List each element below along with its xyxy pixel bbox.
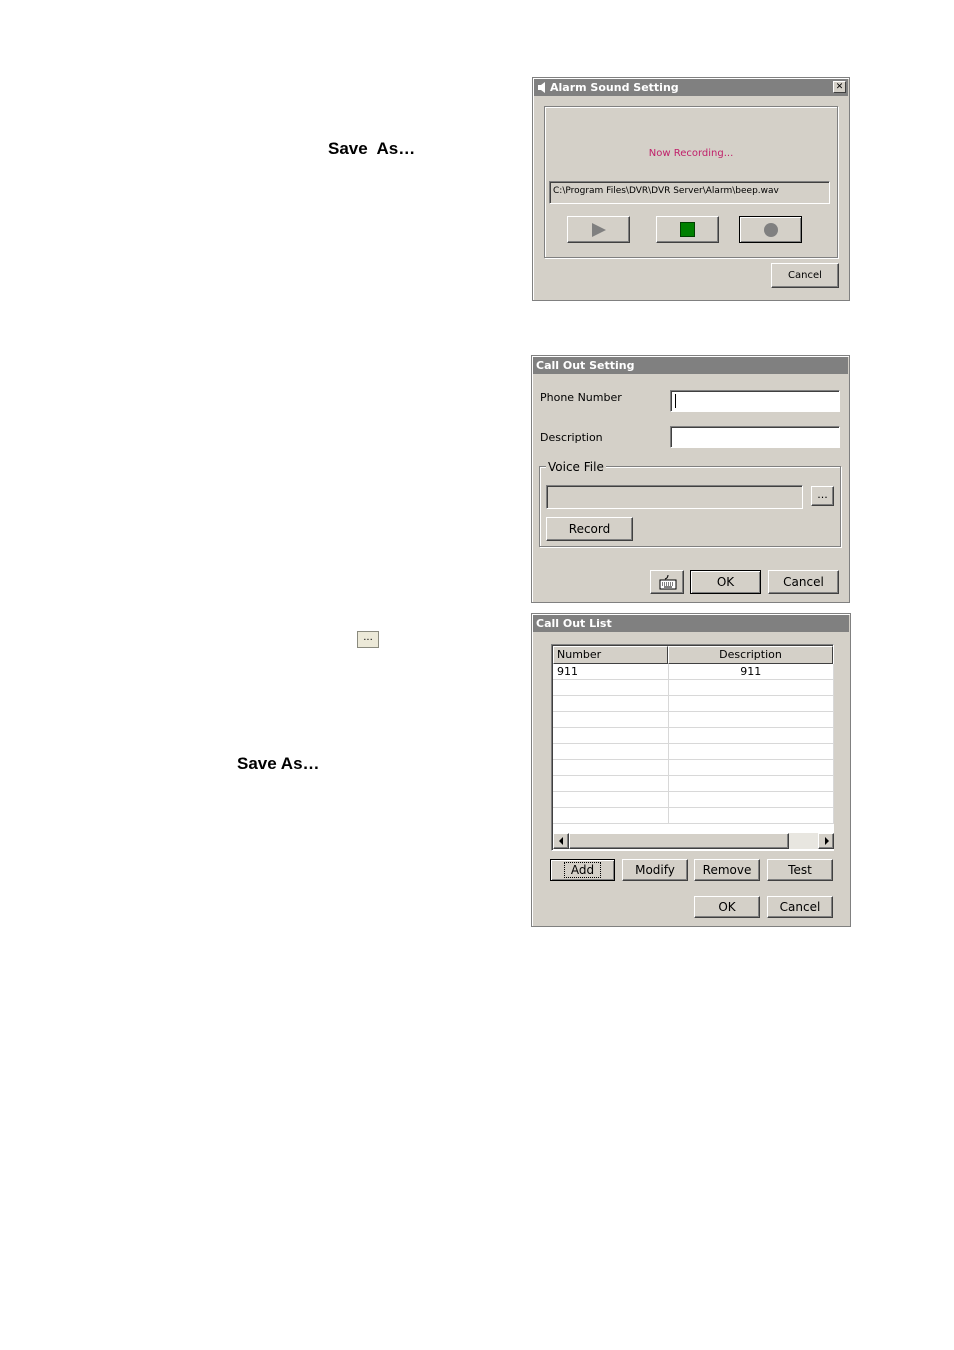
record-voice-button[interactable]: Record [546, 517, 633, 541]
voice-file-field[interactable] [546, 485, 803, 509]
browse-button[interactable]: ... [811, 486, 834, 506]
stop-icon [680, 222, 695, 237]
cell-description [668, 807, 835, 824]
list-cancel-button[interactable]: Cancel [767, 896, 833, 918]
phone-number-input[interactable] [670, 390, 840, 412]
call-out-table: 911 911 [553, 664, 835, 824]
keyboard-icon [659, 575, 677, 590]
scroll-thumb[interactable] [569, 833, 789, 849]
list-ok-button[interactable]: OK [694, 896, 760, 918]
voice-file-group-label: Voice File [546, 460, 606, 474]
scroll-left-button[interactable] [553, 833, 569, 849]
cell-number [553, 679, 669, 696]
table-row[interactable] [553, 759, 835, 776]
modify-button[interactable]: Modify [622, 859, 688, 881]
cell-description [668, 711, 835, 728]
cell-description [668, 743, 835, 760]
description-label: Description [540, 431, 603, 444]
column-header-number[interactable]: Number [553, 646, 668, 664]
alarm-dialog-titlebar: Alarm Sound Setting ✕ [534, 79, 848, 96]
alarm-dialog-title: Alarm Sound Setting [550, 81, 679, 94]
call-out-setting-dialog: Call Out Setting Phone Number Descriptio… [531, 355, 850, 603]
column-header-description[interactable]: Description [668, 646, 833, 664]
setting-ok-button[interactable]: OK [690, 570, 761, 594]
arrow-left-icon [559, 837, 563, 845]
save-as-text-1: Save As… [328, 139, 416, 158]
table-row[interactable] [553, 743, 835, 760]
setting-cancel-button[interactable]: Cancel [768, 570, 839, 594]
table-row[interactable] [553, 711, 835, 728]
cell-description [668, 695, 835, 712]
alarm-sound-dialog: Alarm Sound Setting ✕ Now Recording... C… [532, 77, 850, 301]
table-row[interactable] [553, 807, 835, 824]
cell-number [553, 743, 669, 760]
table-row[interactable] [553, 775, 835, 792]
speaker-icon [538, 82, 545, 93]
cell-number [553, 807, 669, 824]
alarm-cancel-button[interactable]: Cancel [771, 263, 839, 288]
cell-number: 911 [553, 664, 669, 680]
phone-number-label: Phone Number [540, 391, 622, 404]
test-button[interactable]: Test [767, 859, 833, 881]
cell-number [553, 711, 669, 728]
table-row[interactable] [553, 727, 835, 744]
table-row[interactable] [553, 679, 835, 696]
call-out-setting-title: Call Out Setting [533, 357, 848, 374]
text-caret [675, 394, 676, 408]
cell-description [668, 679, 835, 696]
cell-description [668, 775, 835, 792]
table-row[interactable]: 911 911 [553, 664, 835, 680]
remove-button[interactable]: Remove [694, 859, 760, 881]
cell-number [553, 695, 669, 712]
stop-button[interactable] [656, 216, 719, 243]
recording-status: Now Recording... [648, 148, 734, 159]
close-icon: ✕ [835, 82, 844, 92]
scroll-right-button[interactable] [818, 833, 834, 849]
close-button[interactable]: ✕ [833, 81, 846, 93]
save-as-text-2: Save As… [237, 754, 320, 773]
cell-number [553, 727, 669, 744]
cell-number [553, 791, 669, 808]
cell-description [668, 791, 835, 808]
call-out-list-view[interactable]: Number Description 911 911 [551, 644, 835, 851]
play-button[interactable] [567, 216, 630, 243]
call-out-list-title: Call Out List [533, 615, 849, 632]
record-icon [764, 223, 778, 237]
cell-number [553, 759, 669, 776]
add-button[interactable]: Add [550, 859, 615, 881]
arrow-right-icon [825, 837, 829, 845]
add-button-label: Add [563, 862, 602, 878]
file-path-field: C:\Program Files\DVR\DVR Server\Alarm\be… [549, 181, 830, 204]
cell-description [668, 727, 835, 744]
description-input[interactable] [670, 426, 840, 448]
record-button[interactable] [739, 216, 802, 243]
call-out-list-dialog: Call Out List Number Description 911 911 … [531, 613, 851, 927]
table-row[interactable] [553, 791, 835, 808]
cell-number [553, 775, 669, 792]
cell-description [668, 759, 835, 776]
cell-description: 911 [668, 664, 835, 680]
horizontal-scrollbar[interactable] [553, 833, 834, 849]
table-row[interactable] [553, 695, 835, 712]
keyboard-button[interactable] [650, 570, 684, 594]
play-icon [592, 223, 606, 237]
browse-inline-button: ... [357, 631, 379, 648]
